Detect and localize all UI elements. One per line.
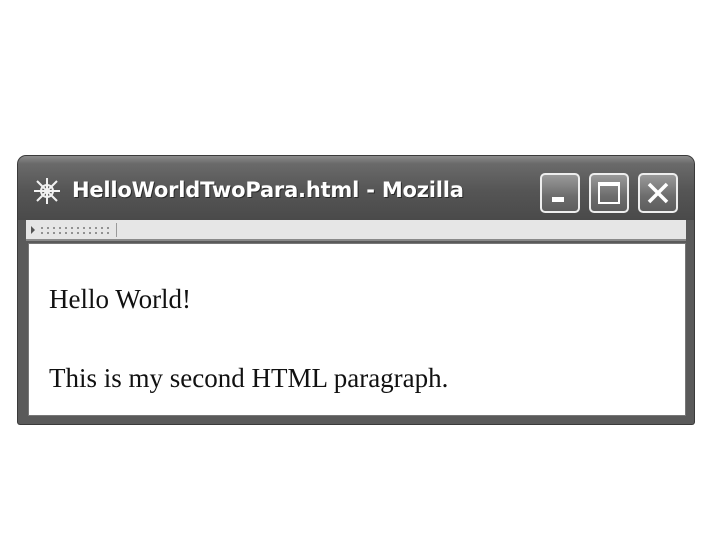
title-bar[interactable]: HelloWorldTwoPara.html - Mozilla: [18, 156, 694, 220]
maximize-icon: [598, 182, 620, 204]
close-button[interactable]: [638, 173, 678, 213]
toolbar-grip-icon[interactable]: [30, 223, 117, 237]
window-title: HelloWorldTwoPara.html - Mozilla: [72, 178, 464, 202]
maximize-button[interactable]: [589, 173, 629, 213]
mozilla-app-icon[interactable]: [32, 176, 62, 206]
paragraph-second: This is my second HTML paragraph.: [49, 363, 449, 393]
toolbar-strip: [26, 220, 686, 241]
minimize-icon: [552, 197, 564, 202]
paragraph-hello: Hello World!: [49, 284, 192, 314]
minimize-button[interactable]: [540, 173, 580, 213]
browser-window: HelloWorldTwoPara.html - Mozilla Hello W…: [18, 156, 694, 424]
close-icon: [647, 182, 669, 204]
page-content: Hello World! This is my second HTML para…: [28, 243, 686, 416]
